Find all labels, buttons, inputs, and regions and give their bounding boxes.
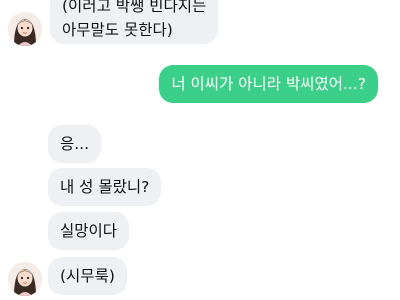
message-bubble[interactable]: 응... [48,125,102,163]
my-message-bubble[interactable]: 너 이씨가 아니라 박씨였어...? [159,65,378,103]
message-bubble[interactable]: 실망이다 [48,212,130,250]
message-bubble[interactable]: (이러고 박쌩 빈다지는 아무말도 못한다) [50,0,219,44]
partner-avatar[interactable] [8,262,42,296]
message-text: 응... [60,135,90,153]
message-text: 내 성 몰랐니? [60,178,150,196]
girl-avatar-icon [8,12,42,46]
partner-avatar[interactable] [8,12,42,46]
message-text: 너 이씨가 아니라 박씨였어...? [171,75,366,93]
message-bubble[interactable]: (시무룩) [48,257,127,295]
message-text: 아무말도 못한다) [62,21,173,39]
message-text: (이러고 박쌩 빈다지는 [62,0,207,15]
message-bubble[interactable]: 내 성 몰랐니? [48,168,162,206]
message-text: 실망이다 [60,222,118,240]
message-text: (시무룩) [60,267,115,285]
girl-avatar-icon [8,262,42,296]
